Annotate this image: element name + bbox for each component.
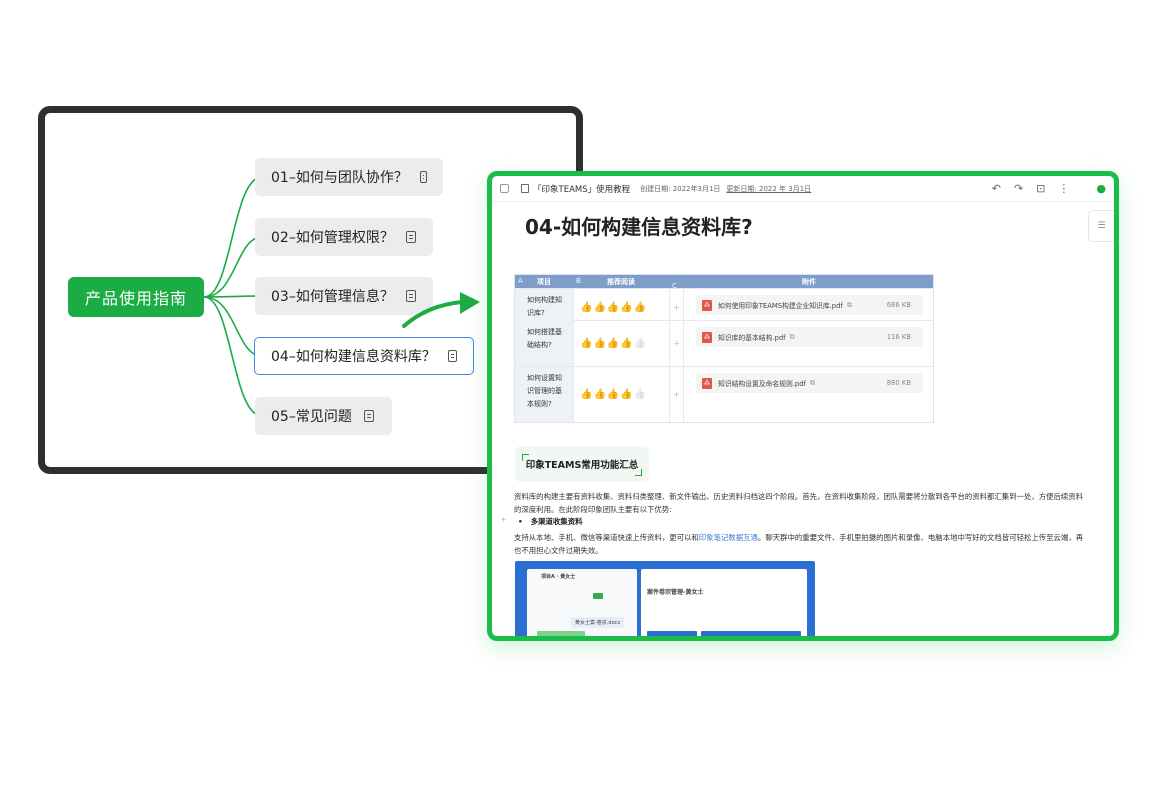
note-icon[interactable]	[405, 290, 416, 302]
paragraph[interactable]: 支持从本地、手机、微信等渠道快速上传资料，更可以和印象笔记数据互通。聊天群中的重…	[514, 531, 1086, 557]
header-attachment[interactable]: 附件	[683, 277, 935, 287]
undo-icon[interactable]: ↶	[992, 182, 1001, 195]
attachment-size: 686 KB	[886, 301, 911, 309]
chat-bubble	[593, 593, 603, 599]
open-external-icon[interactable]: ⧉	[810, 379, 815, 388]
bullet-item[interactable]: 多渠道收集资料	[518, 516, 583, 527]
rating-thumbs[interactable]: 👍 👍 👍 👍 👍	[573, 289, 669, 325]
mindmap-node-label: 02–如何管理权限？	[271, 230, 394, 246]
add-icon[interactable]: +	[669, 321, 683, 366]
screenshot-bar	[701, 631, 801, 636]
table-row: 如何设置知识管理的基本规则? 👍 👍 👍 👍 👍 + ⁂ 知识结构设置及命名规则.pdf…	[515, 366, 933, 422]
attachment-name: 知识结构设置及命名规则.pdf	[718, 380, 806, 388]
pdf-icon: ⁂	[702, 377, 712, 389]
add-icon[interactable]: +	[669, 289, 683, 325]
note-icon[interactable]	[405, 231, 416, 243]
rating-thumbs[interactable]: 👍 👍 👍 👍 👍	[573, 367, 669, 422]
table-row: 如何构建知识库? 👍 👍 👍 👍 👍 + ⁂ 如何使用印象TEAMS构建企业知识库.pd…	[515, 288, 933, 325]
updated-date[interactable]: 更新日期: 2022 年 3月1日	[726, 184, 811, 194]
share-icon[interactable]: ●	[1096, 182, 1106, 195]
mindmap-node-label: 04–如何构建信息资料库？	[271, 349, 436, 365]
open-external-icon[interactable]: ⧉	[847, 301, 852, 310]
present-icon[interactable]: ⊡	[1036, 182, 1045, 195]
pdf-attachment[interactable]: ⁂ 知识库的基本结构.pdf ⧉ 116 KB	[696, 327, 923, 347]
screenshot-left-panel: 项目A · 黄女士 黄女士案-卷宗.docx	[527, 569, 637, 636]
mindmap-node-2[interactable]: 02–如何管理权限？	[255, 218, 433, 256]
mindmap-node-5[interactable]: 05–常见问题	[255, 397, 392, 435]
attachment-size: 880 KB	[886, 379, 911, 387]
row-item[interactable]: 如何设置知识管理的基本规则?	[515, 367, 573, 422]
notebook-title[interactable]: 「印象TEAMS」使用教程	[533, 183, 630, 195]
screenshot-file-name: 黄女士案-卷宗.docx	[571, 617, 625, 628]
outline-toggle-icon[interactable]: ☰	[1088, 210, 1114, 242]
chat-bubble	[537, 631, 585, 636]
embedded-screenshot[interactable]: 项目A · 黄女士 黄女士案-卷宗.docx 案件卷宗管理-黄女士	[515, 561, 815, 636]
mindmap-node-label: 05–常见问题	[271, 409, 352, 425]
data-sync-link[interactable]: 印象笔记数据互通	[699, 533, 758, 542]
screenshot-bar	[647, 631, 697, 636]
attachment-name: 知识库的基本结构.pdf	[718, 334, 786, 342]
table-header: A 项目 B 推荐阅读 C 附件	[515, 275, 935, 290]
open-external-icon[interactable]: ⧉	[790, 333, 795, 342]
paragraph[interactable]: 资料库的构建主要有资料收集、资料归类整理、新文件输出、历史资料归档这四个阶段。首…	[514, 490, 1086, 516]
reading-table: A 项目 B 推荐阅读 C 附件 如何构建知识库? 👍 👍 👍 👍 👍 + ⁂ 如何使用印象…	[514, 274, 934, 423]
attachment-size: 116 KB	[886, 333, 911, 341]
table-row: 如何搭建基础结构? 👍 👍 👍 👍 👍 + ⁂ 知识库的基本结构.pdf ⧉ 116 K…	[515, 320, 933, 366]
pdf-attachment[interactable]: ⁂ 如何使用印象TEAMS构建企业知识库.pdf ⧉ 686 KB	[696, 295, 923, 315]
header-item[interactable]: A 项目	[515, 277, 573, 287]
mindmap-node-4-selected[interactable]: 04–如何构建信息资料库？	[254, 337, 474, 375]
attachment-name: 如何使用印象TEAMS构建企业知识库.pdf	[718, 302, 843, 310]
note-app-window: 「印象TEAMS」使用教程 创建日期: 2022年3月1日 更新日期: 2022…	[487, 171, 1119, 641]
note-document[interactable]: 04-如何构建信息资料库? ☰ A 项目 B 推荐阅读 C 附件 如何构建知识库? …	[492, 202, 1114, 636]
screenshot-right-panel: 案件卷宗管理-黄女士	[641, 569, 807, 636]
section-heading[interactable]: 印象TEAMS常用功能汇总	[515, 446, 649, 482]
expand-icon[interactable]	[500, 184, 509, 193]
row-attachment-cell: ⁂ 知识库的基本结构.pdf ⧉ 116 KB	[683, 321, 935, 366]
pdf-icon: ⁂	[702, 331, 712, 343]
add-block-icon[interactable]: +	[500, 515, 507, 524]
mindmap-node-1[interactable]: 01–如何与团队协作？	[255, 158, 443, 196]
redo-icon[interactable]: ↷	[1014, 182, 1023, 195]
header-reading[interactable]: B 推荐阅读	[573, 277, 669, 287]
note-icon[interactable]	[363, 410, 374, 422]
screenshot-left-title: 项目A · 黄女士	[541, 574, 576, 580]
pdf-icon: ⁂	[702, 299, 712, 311]
row-item[interactable]: 如何构建知识库?	[515, 289, 573, 325]
more-icon[interactable]: ⋮	[1058, 182, 1069, 195]
created-date: 创建日期: 2022年3月1日	[640, 184, 721, 193]
pdf-attachment[interactable]: ⁂ 知识结构设置及命名规则.pdf ⧉ 880 KB	[696, 373, 923, 393]
mindmap-node-label: 03–如何管理信息？	[271, 289, 394, 305]
row-attachment-cell: ⁂ 知识结构设置及命名规则.pdf ⧉ 880 KB	[683, 367, 935, 422]
mindmap-root-node[interactable]: 产品使用指南	[68, 277, 204, 317]
rating-thumbs[interactable]: 👍 👍 👍 👍 👍	[573, 321, 669, 366]
note-icon[interactable]	[447, 350, 457, 362]
mindmap-node-label: 01–如何与团队协作？	[271, 170, 408, 186]
notebook-icon	[521, 184, 529, 193]
note-topbar: 「印象TEAMS」使用教程 创建日期: 2022年3月1日 更新日期: 2022…	[492, 176, 1114, 202]
doc-title[interactable]: 04-如何构建信息资料库?	[525, 211, 753, 240]
row-attachment-cell: ⁂ 如何使用印象TEAMS构建企业知识库.pdf ⧉ 686 KB	[683, 289, 935, 325]
row-item[interactable]: 如何搭建基础结构?	[515, 321, 573, 366]
note-icon[interactable]	[419, 171, 427, 183]
mindmap-node-3[interactable]: 03–如何管理信息？	[255, 277, 433, 315]
add-icon[interactable]: +	[669, 367, 683, 422]
screenshot-right-title: 案件卷宗管理-黄女士	[647, 589, 704, 596]
